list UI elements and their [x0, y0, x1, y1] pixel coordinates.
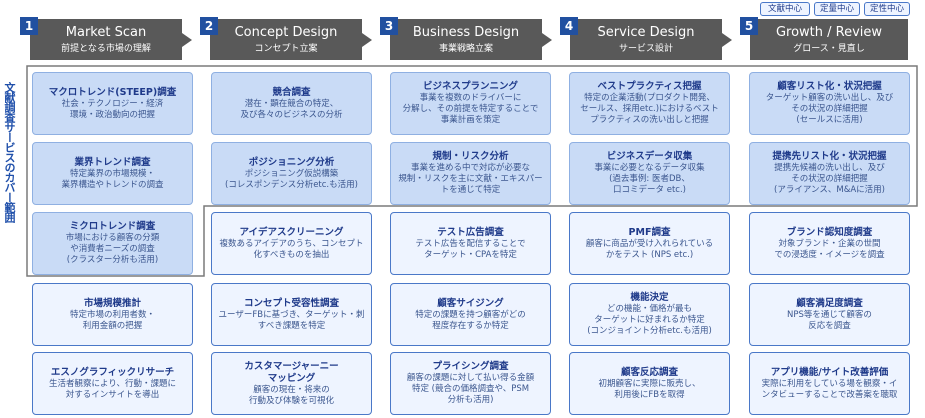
service-card-description: 特定業界の市場規模・ 業界構造やトレンドの調査: [61, 168, 164, 190]
phase-subtitle: グロース・見直し: [793, 44, 865, 54]
phase-subtitle: コンセプト立案: [254, 44, 318, 54]
service-card-title: プライシング調査: [432, 361, 509, 372]
service-card-description: ターゲット顧客の洗い出し、及び その状況の詳細把握 (セールスに活用): [765, 93, 894, 125]
service-card-description: 特定市場の利用者数・ 利用金額の把握: [69, 309, 155, 331]
service-card-title: マクロトレンド(STEEP)調査: [48, 86, 177, 98]
phase-title: Concept Design: [234, 25, 338, 40]
service-card-title: ブランド認知度調査: [786, 226, 873, 238]
service-card-description: 提携先候補の洗い出し、及び その状況の詳細把握 (アライアンス、M&Aに活用): [774, 163, 885, 195]
service-card-title: 顧客リスト化・状況把握: [777, 81, 882, 92]
service-card: 規制・リスク分析 事業を進める中で対応が必要な 規制・リスクを主に文献・エキスパー…: [390, 142, 551, 205]
service-card-title: 市場規模推計: [83, 297, 141, 309]
phase-subtitle: 事業戦略立案: [438, 44, 493, 54]
service-card-description: 顧客に商品が受け入れられている かをテスト (NPS etc.): [585, 238, 714, 260]
phase-number-badge: 2: [200, 17, 218, 35]
service-card: アプリ機能/サイト改善評価 実際に利用をしている場を観察・イ ンタビューすることで…: [749, 352, 910, 415]
service-card-description: ポジショニング仮説構築 (コレスポンデンス分析etc.も活用): [225, 168, 358, 190]
service-card-description: NPS等を通じて顧客の 反応を調査: [787, 309, 872, 331]
service-card-description: 顧客の現在・将来の 行動及び体験を可視化: [248, 384, 334, 406]
service-card-title: ミクロトレンド調査: [69, 221, 156, 232]
service-card-description: 事業を進める中で対応が必要な 規制・リスクを主に文献・エキスパー トを通じて特定: [398, 163, 543, 195]
service-card-title: 機能決定: [630, 292, 669, 303]
service-card-description: 実際に利用をしている場を観察・イ ンタビューすることで改善案を聴取: [761, 378, 898, 400]
service-card: 顧客サイジング 特定の課題を持つ顧客がどの 程度存在するか特定: [390, 283, 551, 346]
service-card-description: 潜在・顕在競合の特定、 及び各々のビジネスの分析: [240, 98, 343, 120]
service-card: ベストプラクティス把握 特定の企業活動(プロダクト開発、 セールス、採用etc.)…: [569, 72, 730, 135]
legend-literature: 文献中心: [760, 2, 810, 16]
phase-subtitle: 前提となる市場の理解: [61, 44, 151, 54]
service-card: エスノグラフィックリサーチ 生活者観察により、行動・課題に 対するインサイトを導出: [32, 352, 193, 415]
phase-number-badge: 1: [20, 17, 38, 35]
legend-qualitative: 定性中心: [864, 2, 910, 16]
service-card-description: どの機能・価格が最も ターゲットに好まれるか特定 (コンジョイント分析etc.も…: [587, 304, 712, 336]
phase-number-badge: 4: [560, 17, 578, 35]
phase-subtitle: サービス設計: [618, 44, 673, 54]
service-card: 業界トレンド調査 特定業界の市場規模・ 業界構造やトレンドの調査: [32, 142, 193, 205]
phase-title: Market Scan: [65, 25, 147, 40]
service-card: 顧客反応調査 初期顧客に実際に販売し、 利用後にFBを取得: [569, 352, 730, 415]
service-card: 機能決定 どの機能・価格が最も ターゲットに好まれるか特定 (コンジョイント分析e…: [569, 283, 730, 346]
service-card-description: ユーザーFBに基づき、ターゲット・刺 すべき課題を特定: [218, 309, 365, 331]
service-card: 提携先リスト化・状況把握 提携先候補の洗い出し、及び その状況の詳細把握 (アライ…: [749, 142, 910, 205]
phase-header-5: Growth / Review グロース・見直し: [750, 19, 908, 60]
service-card: ビジネスデータ収集 事業に必要となるデータ収集 (過去事例: 医者DB、 口コミデ…: [569, 142, 730, 205]
service-card-title: 提携先リスト化・状況把握: [772, 151, 887, 162]
legend-quantitative: 定量中心: [814, 2, 860, 16]
service-card-title: カスタマージャーニー マッピング: [244, 360, 339, 384]
service-card: 競合調査 潜在・顕在競合の特定、 及び各々のビジネスの分析: [211, 72, 372, 135]
phase-header-4: Service Design サービス設計: [570, 19, 732, 60]
service-card-title: テスト広告調査: [437, 226, 504, 238]
phase-number-badge: 5: [740, 17, 758, 35]
service-card: PMF調査 顧客に商品が受け入れられている かをテスト (NPS etc.): [569, 212, 730, 275]
service-card: プライシング調査 顧客の課題に対して払い得る金額 特定 (競合の価格調査や、PSM…: [390, 352, 551, 415]
service-card: テスト広告調査 テスト広告を配信することで ターゲット・CPAを特定: [390, 212, 551, 275]
service-card-title: ポジショニング分析: [248, 156, 335, 168]
service-card-title: アイデアスクリーニング: [239, 226, 344, 238]
service-card-description: 事業を複数のドライバーに 分解し、その前提を特定することで 事業計画を策定: [402, 93, 539, 125]
service-card-description: 特定の課題を持つ顧客がどの 程度存在するか特定: [415, 309, 526, 331]
service-card-title: ビジネスプランニング: [422, 81, 518, 92]
service-card-title: エスノグラフィックリサーチ: [50, 366, 175, 378]
service-card-title: 業界トレンド調査: [74, 156, 151, 168]
service-card-description: 初期顧客に実際に販売し、 利用後にFBを取得: [598, 378, 701, 400]
service-card-title: 顧客満足度調査: [796, 297, 863, 309]
phase-header-3: Business Design 事業戦略立案: [390, 19, 552, 60]
service-card-title: 規制・リスク分析: [432, 151, 509, 162]
service-card-description: 生活者観察により、行動・課題に 対するインサイトを導出: [49, 378, 176, 400]
service-card-title: ビジネスデータ収集: [606, 151, 693, 162]
service-card-title: コンセプト受容性調査: [243, 297, 339, 309]
service-card: ポジショニング分析 ポジショニング仮説構築 (コレスポンデンス分析etc.も活用): [211, 142, 372, 205]
service-card: 顧客リスト化・状況把握 ターゲット顧客の洗い出し、及び その状況の詳細把握 (セー…: [749, 72, 910, 135]
service-card-title: 顧客サイジング: [437, 297, 504, 309]
phase-title: Service Design: [597, 25, 695, 40]
service-card-title: 競合調査: [272, 86, 311, 98]
service-card: カスタマージャーニー マッピング 顧客の現在・将来の 行動及び体験を可視化: [211, 352, 372, 415]
service-card: 市場規模推計 特定市場の利用者数・ 利用金額の把握: [32, 283, 193, 346]
service-card-description: 特定の企業活動(プロダクト開発、 セールス、採用etc.)におけるベスト プラク…: [580, 93, 719, 125]
service-card-description: 顧客の課題に対して払い得る金額 特定 (競合の価格調査や、PSM 分析も活用): [406, 373, 535, 405]
coverage-side-label: 文献調査サービスのカバー範囲: [3, 82, 16, 222]
service-card: コンセプト受容性調査 ユーザーFBに基づき、ターゲット・刺 すべき課題を特定: [211, 283, 372, 346]
service-card-description: 対象ブランド・企業の世間 での浸透度・イメージを調査: [774, 238, 885, 260]
service-card-title: アプリ機能/サイト改善評価: [770, 366, 889, 378]
service-card-description: 社会・テクノロジー・経済 環境・政治動向の把握: [61, 98, 164, 120]
service-card: アイデアスクリーニング 複数あるアイデアのうち、コンセプト 化すべきものを抽出: [211, 212, 372, 275]
phase-title: Growth / Review: [775, 25, 883, 40]
phase-number-badge: 3: [380, 17, 398, 35]
service-card: ビジネスプランニング 事業を複数のドライバーに 分解し、その前提を特定することで …: [390, 72, 551, 135]
service-card-description: 事業に必要となるデータ収集 (過去事例: 医者DB、 口コミデータ etc.): [594, 163, 705, 195]
phase-header-2: Concept Design コンセプト立案: [210, 19, 372, 60]
phase-title: Business Design: [412, 25, 520, 40]
phase-header-1: Market Scan 前提となる市場の理解: [30, 19, 192, 60]
service-card-title: ベストプラクティス把握: [597, 81, 702, 92]
service-card-title: 顧客反応調査: [620, 366, 678, 378]
service-card-title: PMF調査: [628, 226, 671, 238]
service-card-description: テスト広告を配信することで ターゲット・CPAを特定: [415, 238, 526, 260]
service-card: ミクロトレンド調査 市場における顧客の分類 や消費者ニーズの調査 (クラスター分析…: [32, 212, 193, 275]
service-card: ブランド認知度調査 対象ブランド・企業の世間 での浸透度・イメージを調査: [749, 212, 910, 275]
service-card: マクロトレンド(STEEP)調査 社会・テクノロジー・経済 環境・政治動向の把握: [32, 72, 193, 135]
service-card-description: 市場における顧客の分類 や消費者ニーズの調査 (クラスター分析も活用): [65, 233, 160, 265]
service-card-description: 複数あるアイデアのうち、コンセプト 化すべきものを抽出: [219, 238, 364, 260]
service-card: 顧客満足度調査 NPS等を通じて顧客の 反応を調査: [749, 283, 910, 346]
